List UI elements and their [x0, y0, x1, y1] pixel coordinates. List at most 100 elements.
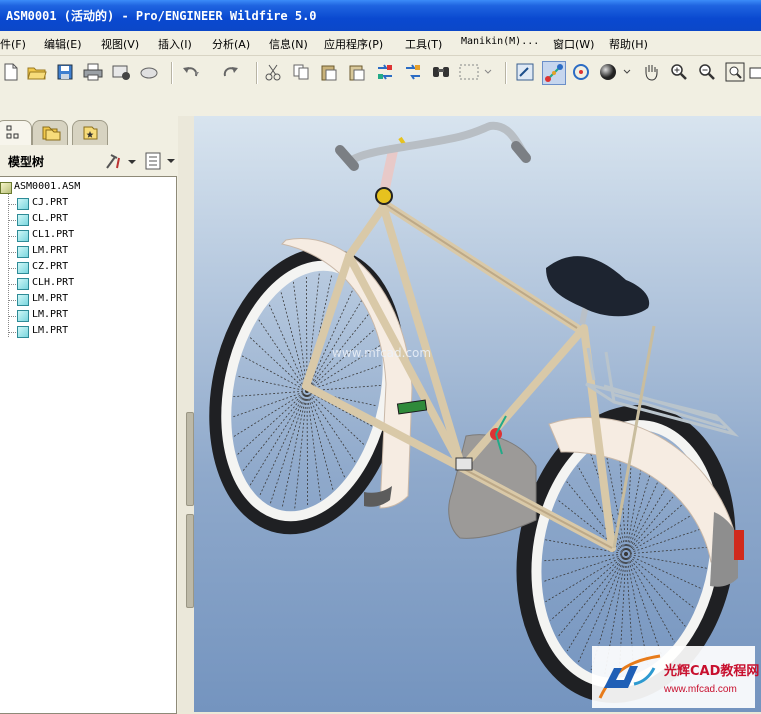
refit-icon[interactable]: [724, 61, 746, 83]
spoke: [306, 390, 334, 491]
spoke: [306, 390, 373, 427]
spoke: [625, 553, 675, 643]
part-icon: [17, 230, 29, 242]
menu-view[interactable]: 视图(V): [101, 36, 139, 52]
copy-icon[interactable]: [290, 61, 312, 83]
part-icon: [17, 278, 29, 290]
spoke: [545, 553, 627, 603]
window-title: ASM0001 (活动的) - Pro/ENGINEER Wildfire 5.…: [6, 9, 317, 23]
cut-icon[interactable]: [262, 61, 284, 83]
send-mail-icon[interactable]: [110, 61, 132, 83]
regenerate-model-icon[interactable]: [374, 61, 396, 83]
graphics-window[interactable]: www.mfcad.com 光辉CAD教程网 www.mfcad.com: [194, 116, 761, 712]
site-logo: 光辉CAD教程网 www.mfcad.com: [592, 646, 759, 708]
model-tree-header: 模型树: [0, 146, 178, 176]
paste-icon[interactable]: [318, 61, 340, 83]
folder-icon: [42, 126, 61, 141]
logo-name: 光辉CAD教程网: [664, 664, 760, 679]
spoke: [233, 390, 308, 438]
spoke: [625, 553, 663, 656]
spoke: [268, 303, 308, 392]
menu-bar: 件(F) 编辑(E) 视图(V) 插入(I) 分析(A) 信息(N) 应用程序(…: [0, 31, 761, 56]
secondary-toolbar-strip: [0, 88, 761, 117]
menu-manikin[interactable]: Manikin(M)...: [461, 36, 539, 47]
spoke: [542, 553, 627, 583]
menu-insert[interactable]: 插入(I): [158, 36, 192, 52]
menu-edit[interactable]: 编辑(E): [44, 36, 82, 52]
menu-applications[interactable]: 应用程序(P): [324, 36, 383, 52]
model-tree-icon: [6, 125, 19, 139]
menu-info[interactable]: 信息(N): [269, 36, 308, 52]
regenerate-manager-icon[interactable]: [402, 61, 424, 83]
find-icon[interactable]: [430, 61, 452, 83]
part-icon: [17, 246, 29, 258]
navigator-tabs: [0, 116, 194, 146]
spoke: [306, 364, 382, 392]
zoom-in-icon[interactable]: [668, 61, 690, 83]
bicycle-model: [209, 121, 744, 703]
part-icon: [17, 326, 29, 338]
spoke: [241, 355, 308, 392]
spoke: [249, 336, 308, 392]
redo-icon[interactable]: [221, 61, 243, 83]
spin-center-icon[interactable]: [542, 61, 566, 85]
spoke: [625, 546, 710, 555]
tools-icon: [106, 154, 136, 169]
repaint-icon[interactable]: [514, 61, 536, 83]
part-icon: [17, 262, 29, 274]
menu-help[interactable]: 帮助(H): [609, 36, 648, 52]
save-icon[interactable]: [54, 61, 76, 83]
tree-settings-button[interactable]: [104, 152, 136, 170]
front-reflector: [734, 530, 744, 560]
spoke: [550, 553, 627, 621]
open-folder-icon[interactable]: [26, 61, 48, 83]
spoke: [625, 553, 686, 627]
menu-window[interactable]: 窗口(W): [553, 36, 594, 52]
spoke: [280, 291, 308, 392]
saddle: [546, 256, 650, 317]
paste-special-icon[interactable]: [346, 61, 368, 83]
tab-folder-browser[interactable]: [32, 120, 68, 145]
title-bar: ASM0001 (活动的) - Pro/ENGINEER Wildfire 5.…: [0, 0, 761, 31]
print-icon[interactable]: [82, 61, 104, 83]
spoke: [281, 390, 308, 509]
menu-analysis[interactable]: 分析(A): [212, 36, 250, 52]
spoke: [306, 390, 309, 507]
zoom-out-icon[interactable]: [696, 61, 718, 83]
spoke: [542, 553, 627, 562]
logo-emblem-icon: [598, 654, 661, 699]
part-icon: [17, 214, 29, 226]
spoke: [625, 525, 710, 555]
spoke: [557, 553, 627, 638]
saved-views-icon[interactable]: [748, 61, 761, 83]
tab-favorites[interactable]: [72, 120, 108, 145]
part-icon: [17, 294, 29, 306]
panel-resize-handle-bottom[interactable]: [186, 514, 194, 608]
spoke: [625, 553, 707, 569]
tree-show-button[interactable]: [144, 151, 178, 171]
shading-icon[interactable]: [598, 61, 632, 83]
new-file-icon[interactable]: [0, 61, 22, 83]
part-icon: [17, 310, 29, 322]
spoke: [236, 375, 308, 392]
part-icon: [17, 198, 29, 210]
favorites-icon: [83, 126, 98, 140]
orient-mode-icon[interactable]: [570, 61, 592, 83]
navigator-panel: 模型树 ASM0001.ASM CJ.PRT CL.PRT CL1.PRT LM.PR…: [0, 116, 194, 714]
logo-url: www.mfcad.com: [664, 684, 737, 695]
tree-columns-icon: [145, 152, 175, 170]
regenerate-icon[interactable]: [138, 61, 160, 83]
panel-resize-handle-top[interactable]: [186, 412, 194, 506]
pan-icon[interactable]: [640, 61, 662, 83]
menu-tools[interactable]: 工具(T): [405, 36, 442, 52]
select-box-icon[interactable]: [458, 61, 494, 83]
spoke: [259, 390, 308, 497]
watermark-text: www.mfcad.com: [332, 346, 432, 360]
undo-icon[interactable]: [180, 61, 202, 83]
rear-fender: [280, 238, 413, 509]
menu-file[interactable]: 件(F): [0, 36, 26, 52]
spoke: [242, 390, 308, 472]
tab-model-tree[interactable]: [0, 120, 32, 145]
spoke: [233, 390, 308, 398]
model-tree: ASM0001.ASM CJ.PRT CL.PRT CL1.PRT LM.PRT CZ.…: [0, 176, 177, 714]
